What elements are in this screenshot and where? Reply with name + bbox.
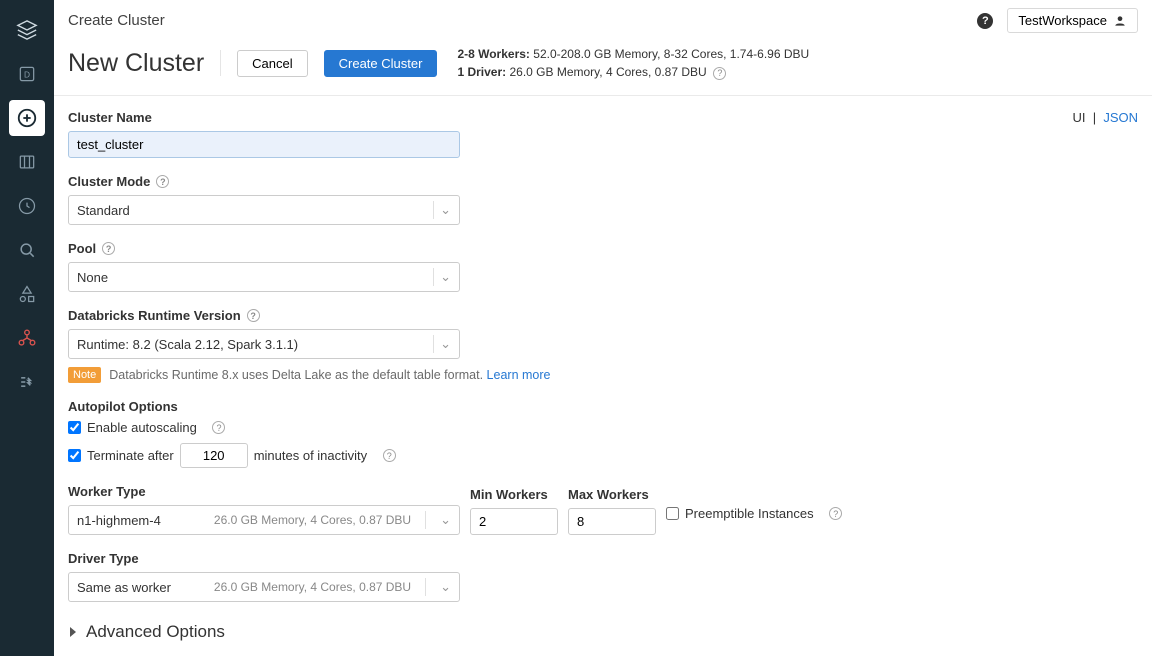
autopilot-label: Autopilot Options	[68, 399, 1138, 414]
learn-more-link[interactable]: Learn more	[487, 368, 551, 382]
advanced-options-toggle[interactable]: Advanced Options	[68, 622, 1138, 642]
chevron-down-icon: ⌄	[440, 336, 451, 352]
min-workers-input[interactable]	[470, 508, 558, 535]
worker-type-label: Worker Type	[68, 484, 460, 499]
view-json[interactable]: JSON	[1103, 110, 1138, 125]
runtime-note: Note Databricks Runtime 8.x uses Delta L…	[68, 367, 1138, 383]
help-icon[interactable]: ?	[212, 421, 225, 434]
help-icon[interactable]: ?	[247, 309, 260, 322]
terminate-suffix: minutes of inactivity	[254, 448, 367, 463]
nav-create-icon[interactable]	[9, 100, 45, 136]
note-badge: Note	[68, 367, 101, 383]
help-icon[interactable]: ?	[713, 67, 726, 80]
cluster-mode-select[interactable]: Standard ⌄	[68, 195, 460, 225]
caret-right-icon	[68, 627, 78, 637]
help-icon[interactable]: ?	[383, 449, 396, 462]
min-workers-label: Min Workers	[470, 487, 558, 502]
nav-models-icon[interactable]	[9, 276, 45, 312]
main-content: Create Cluster ? TestWorkspace New Clust…	[54, 0, 1152, 656]
autoscale-checkbox[interactable]	[68, 421, 81, 434]
help-icon[interactable]: ?	[156, 175, 169, 188]
preemptible-checkbox[interactable]	[666, 507, 679, 520]
terminate-minutes-input[interactable]	[180, 443, 248, 468]
pool-label: Pool ?	[68, 241, 1138, 256]
view-ui[interactable]: UI	[1073, 110, 1086, 125]
create-cluster-button[interactable]: Create Cluster	[324, 50, 438, 77]
svg-text:D: D	[24, 69, 30, 79]
nav-jobs-icon[interactable]	[9, 364, 45, 400]
terminate-checkbox[interactable]	[68, 449, 81, 462]
cancel-button[interactable]: Cancel	[237, 50, 307, 77]
view-toggle: UI | JSON	[1073, 110, 1139, 125]
terminate-prefix: Terminate after	[87, 448, 174, 463]
divider	[220, 50, 221, 76]
nav-home-icon[interactable]: D	[9, 56, 45, 92]
worker-type-select[interactable]: n1-highmem-4 26.0 GB Memory, 4 Cores, 0.…	[68, 505, 460, 535]
cluster-summary: 2-8 Workers: 52.0-208.0 GB Memory, 8-32 …	[457, 45, 809, 81]
cluster-name-input[interactable]	[68, 131, 460, 158]
help-icon[interactable]: ?	[829, 507, 842, 520]
page-title: New Cluster	[68, 49, 204, 78]
user-icon	[1113, 14, 1127, 28]
driver-type-label: Driver Type	[68, 551, 1138, 566]
workspace-selector[interactable]: TestWorkspace	[1007, 8, 1138, 33]
logo-icon[interactable]	[9, 12, 45, 48]
breadcrumb: Create Cluster	[68, 12, 165, 29]
driver-type-select[interactable]: Same as worker 26.0 GB Memory, 4 Cores, …	[68, 572, 460, 602]
preemptible-label: Preemptible Instances	[685, 506, 814, 521]
chevron-down-icon: ⌄	[440, 269, 451, 285]
chevron-down-icon: ⌄	[440, 512, 451, 528]
left-sidebar: D	[0, 0, 54, 656]
pool-select[interactable]: None ⌄	[68, 262, 460, 292]
chevron-down-icon: ⌄	[440, 579, 451, 595]
runtime-label: Databricks Runtime Version ?	[68, 308, 1138, 323]
max-workers-label: Max Workers	[568, 487, 656, 502]
nav-clusters-icon[interactable]	[9, 320, 45, 356]
nav-search-icon[interactable]	[9, 232, 45, 268]
help-icon[interactable]: ?	[977, 13, 993, 29]
cluster-name-label: Cluster Name	[68, 110, 1138, 125]
cluster-mode-label: Cluster Mode ?	[68, 174, 1138, 189]
max-workers-input[interactable]	[568, 508, 656, 535]
workspace-name: TestWorkspace	[1018, 13, 1107, 28]
runtime-select[interactable]: Runtime: 8.2 (Scala 2.12, Spark 3.1.1) ⌄	[68, 329, 460, 359]
autoscale-label: Enable autoscaling	[87, 420, 197, 435]
nav-data-icon[interactable]	[9, 144, 45, 180]
chevron-down-icon: ⌄	[440, 202, 451, 218]
help-icon[interactable]: ?	[102, 242, 115, 255]
nav-recents-icon[interactable]	[9, 188, 45, 224]
